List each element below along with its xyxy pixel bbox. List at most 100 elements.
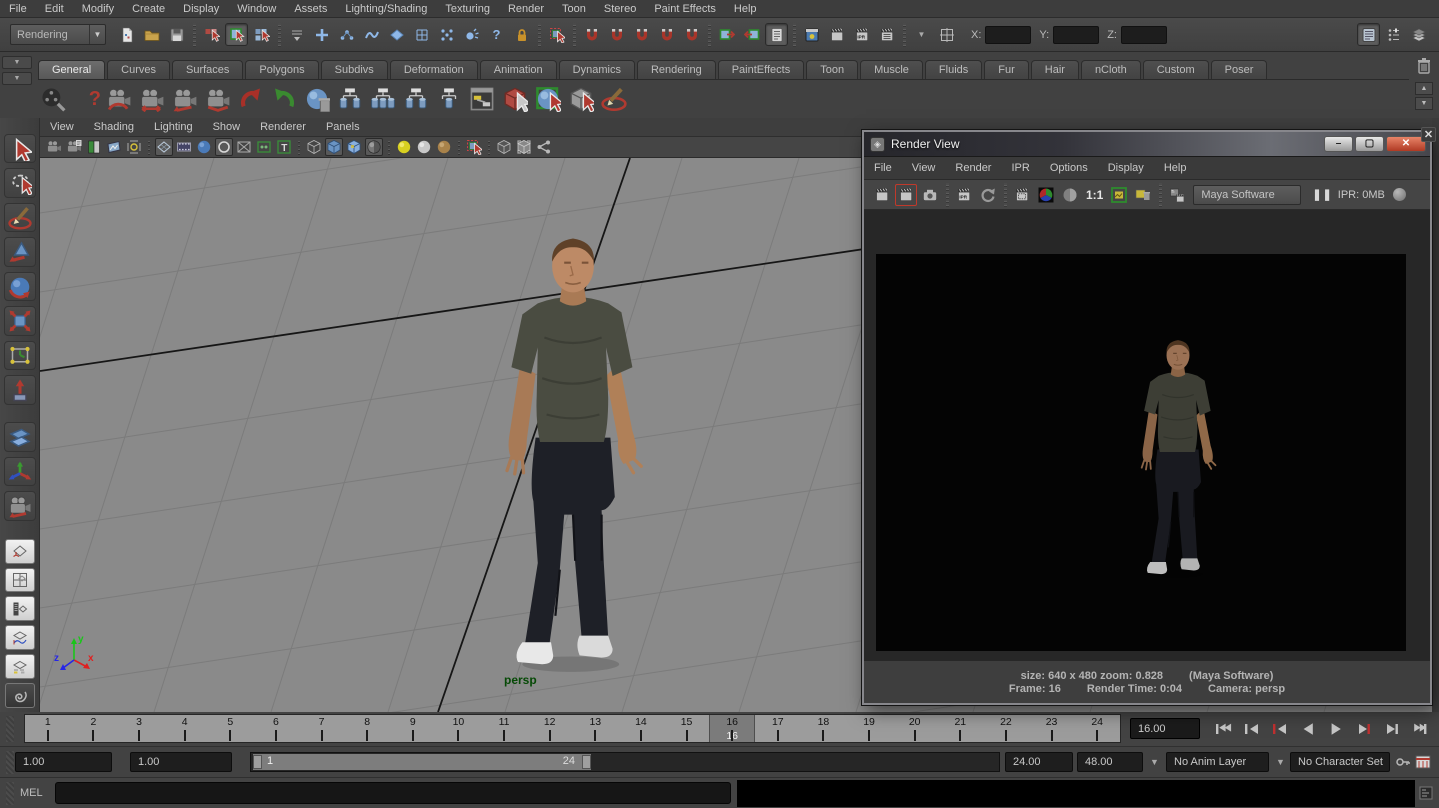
- 2d-pan-zoom-icon[interactable]: [125, 138, 143, 156]
- mel-command-input[interactable]: [55, 782, 731, 804]
- select-tool[interactable]: [4, 134, 36, 163]
- menu-toon[interactable]: Toon: [553, 3, 595, 15]
- frame-all-icon[interactable]: [515, 138, 533, 156]
- shelf-tab-custom[interactable]: Custom: [1143, 60, 1209, 79]
- region-render-icon[interactable]: [1011, 184, 1033, 206]
- show-attribute-editor-icon[interactable]: [1357, 23, 1380, 46]
- gate-mask-icon[interactable]: [215, 138, 233, 156]
- menu-texturing[interactable]: Texturing: [436, 3, 499, 15]
- panel-menu-panels[interactable]: Panels: [316, 121, 370, 133]
- snap-curve-icon[interactable]: [605, 23, 628, 46]
- hypergraph-panel-icon[interactable]: [467, 84, 497, 114]
- mask-surfaces-icon[interactable]: [385, 23, 408, 46]
- isolate-select-icon[interactable]: [465, 138, 483, 156]
- ipr-frame-icon[interactable]: IPR: [953, 184, 975, 206]
- image-plane-icon[interactable]: [105, 138, 123, 156]
- xray-icon[interactable]: [235, 138, 253, 156]
- shelf-tab-rendering[interactable]: Rendering: [637, 60, 716, 79]
- shelf-tab-toon[interactable]: Toon: [806, 60, 858, 79]
- light-all-icon[interactable]: [415, 138, 433, 156]
- renderer-selector[interactable]: Maya Software: [1193, 185, 1301, 205]
- universal-manip-tool[interactable]: [4, 341, 36, 370]
- paint-select-tool[interactable]: [4, 203, 36, 232]
- swirl-icon[interactable]: [5, 683, 35, 708]
- auto-keyframe-icon[interactable]: [1394, 753, 1412, 771]
- new-scene-icon[interactable]: [115, 23, 138, 46]
- shelf-tab-hair[interactable]: Hair: [1031, 60, 1079, 79]
- shelf-tab-general[interactable]: General: [38, 60, 105, 79]
- highlight-selection-icon[interactable]: [545, 23, 568, 46]
- camera-track-icon[interactable]: [137, 84, 167, 114]
- menu-create[interactable]: Create: [123, 3, 174, 15]
- script-editor-icon[interactable]: [1417, 784, 1435, 802]
- move-normal-tool[interactable]: [4, 457, 36, 486]
- chevron-down-icon[interactable]: ▼: [1276, 757, 1285, 767]
- film-preview-icon[interactable]: [38, 84, 68, 114]
- last-tool-camera[interactable]: [4, 491, 36, 520]
- undo-icon[interactable]: [236, 84, 266, 114]
- shelf-tab-muscle[interactable]: Muscle: [860, 60, 923, 79]
- shelf-tab-curves[interactable]: Curves: [107, 60, 170, 79]
- shelf-tab-animation[interactable]: Animation: [480, 60, 557, 79]
- chevron-down-icon[interactable]: ▼: [1150, 757, 1159, 767]
- range-slider-track[interactable]: 1 24: [250, 752, 1000, 772]
- scale-tool[interactable]: [4, 306, 36, 335]
- light-selected-icon[interactable]: [435, 138, 453, 156]
- step-back-key-icon[interactable]: [1238, 718, 1264, 740]
- menu-render[interactable]: Render: [499, 3, 553, 15]
- group-icon[interactable]: [335, 84, 365, 114]
- texture-view-icon[interactable]: T: [275, 138, 293, 156]
- mask-hulls-icon[interactable]: [335, 23, 358, 46]
- menu-modify[interactable]: Modify: [73, 3, 123, 15]
- step-forward-key-icon[interactable]: [1378, 718, 1404, 740]
- lasso-tool[interactable]: [4, 168, 36, 197]
- mask-curves-icon[interactable]: [360, 23, 383, 46]
- textured-mode-icon[interactable]: [345, 138, 363, 156]
- render-options-icon[interactable]: [1166, 184, 1188, 206]
- character-set-field[interactable]: No Character Set: [1290, 752, 1390, 772]
- render-menu-ipr[interactable]: IPR: [1001, 162, 1039, 174]
- grid-toggle-icon[interactable]: [155, 138, 173, 156]
- delete-unused-icon[interactable]: [302, 84, 332, 114]
- shaded-mode-icon[interactable]: [325, 138, 343, 156]
- mask-preset-dropdown-icon[interactable]: [285, 23, 308, 46]
- render-canvas-area[interactable]: [864, 210, 1430, 661]
- shelf-tab-deformation[interactable]: Deformation: [390, 60, 478, 79]
- snap-projected-center-icon[interactable]: [655, 23, 678, 46]
- menu-set-selector[interactable]: Rendering ▼: [10, 24, 106, 45]
- z-input[interactable]: [1121, 26, 1167, 44]
- input-connections-icon[interactable]: [715, 23, 738, 46]
- step-back-frame-icon[interactable]: [1266, 718, 1292, 740]
- film-gate-icon[interactable]: [175, 138, 193, 156]
- play-backward-icon[interactable]: [1294, 718, 1320, 740]
- layout-hypergraph-button[interactable]: [5, 654, 35, 679]
- minimize-button[interactable]: –: [1324, 136, 1353, 152]
- shelf-tab-painteffects[interactable]: PaintEffects: [718, 60, 805, 79]
- close-button[interactable]: ✕: [1386, 136, 1426, 152]
- save-scene-icon[interactable]: [165, 23, 188, 46]
- select-object-icon[interactable]: [225, 23, 248, 46]
- select-camera-icon[interactable]: [45, 138, 63, 156]
- snap-view-plane-icon[interactable]: [680, 23, 703, 46]
- animation-preferences-icon[interactable]: [1414, 753, 1432, 771]
- parent-icon[interactable]: [401, 84, 431, 114]
- character-model[interactable]: [478, 233, 668, 678]
- menu-lighting-shading[interactable]: Lighting/Shading: [336, 3, 436, 15]
- playback-end-field[interactable]: 24.00: [1005, 752, 1073, 772]
- render-frame-icon[interactable]: [871, 184, 893, 206]
- active-range[interactable]: 1 24: [253, 754, 591, 770]
- shelf-tab-fur[interactable]: Fur: [984, 60, 1029, 79]
- panel-menu-lighting[interactable]: Lighting: [144, 121, 203, 133]
- joint-xray-icon[interactable]: [255, 138, 273, 156]
- playback-start-field[interactable]: 1.00: [130, 752, 232, 772]
- command-feedback-line[interactable]: [737, 780, 1415, 807]
- show-tool-settings-icon[interactable]: [1382, 23, 1405, 46]
- open-render-view-icon[interactable]: [800, 23, 823, 46]
- render-view-titlebar[interactable]: ◈ Render View – ▢ ✕: [864, 132, 1430, 157]
- shelf-tab-poser[interactable]: Poser: [1211, 60, 1268, 79]
- maximize-button[interactable]: ▢: [1355, 136, 1384, 152]
- lock-selection-icon[interactable]: [510, 23, 533, 46]
- range-end-handle[interactable]: [582, 755, 591, 769]
- render-settings-icon[interactable]: [875, 23, 898, 46]
- drag-handle[interactable]: [6, 751, 14, 774]
